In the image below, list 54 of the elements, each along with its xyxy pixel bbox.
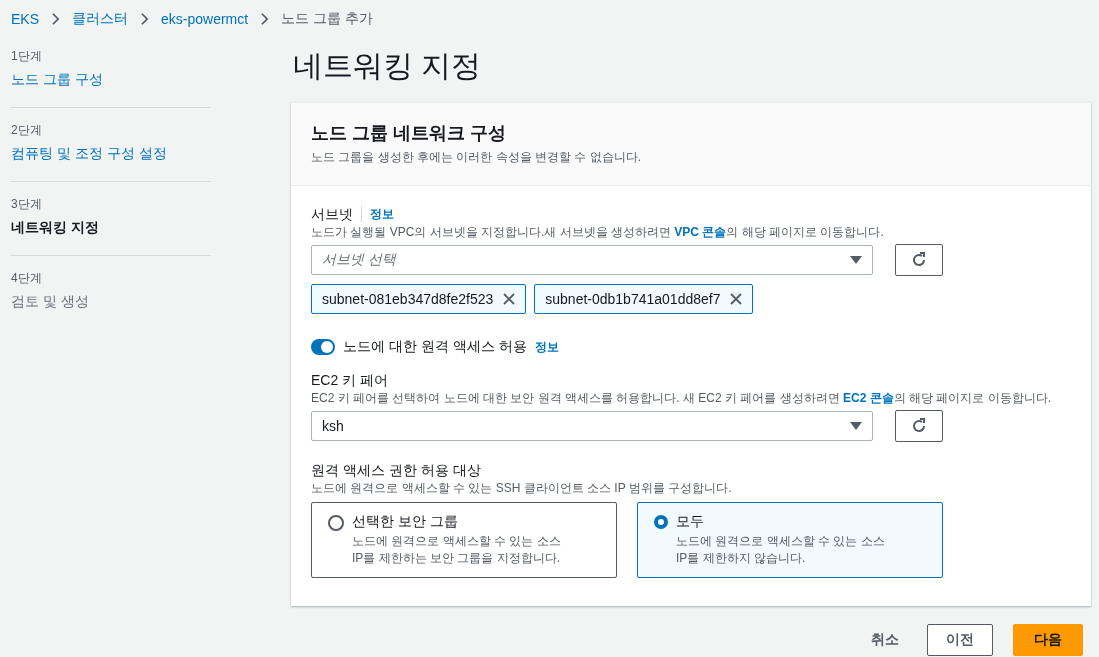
page-title: 네트워킹 지정 [293,48,483,84]
radio-button[interactable] [328,515,344,531]
option-description: 노드에 원격으로 액세스할 수 있는 소스 IP를 제한하지 않습니다. [676,533,886,567]
caret-down-icon [850,256,862,264]
chevron-right-icon [51,12,60,26]
option-label: 선택한 보안 그룹 [352,513,459,531]
field-label: EC2 키 페어 [311,371,389,390]
radio-tile[interactable]: 모두 노드에 원격으로 액세스할 수 있는 소스 IP를 제한하지 않습니다. [637,502,943,578]
caret-down-icon [850,422,862,430]
field-description: 노드에 원격으로 액세스할 수 있는 SSH 클라이언트 소스 IP 범위를 구성합니다. [311,480,733,496]
subnet-select[interactable]: 서브넷 선택 [311,245,873,275]
info-link[interactable]: 정보 [370,205,394,223]
select-value: ksh [322,418,344,434]
panel-description: 노드 그룹을 생성한 후에는 이러한 속성을 변경할 수 없습니다. [311,149,642,165]
option-label: 모두 [676,513,705,531]
toggle-switch[interactable] [311,339,335,355]
refresh-icon [911,418,927,434]
breadcrumb-link[interactable]: 클러스터 [72,10,128,28]
option-description: 노드에 원격으로 액세스할 수 있는 소스 IP를 제한하는 보안 그룹을 지정합니다. [352,533,562,567]
radio-button[interactable] [654,515,668,529]
next-button[interactable]: 다음 [1013,624,1083,656]
toggle-label: 노드에 대한 원격 액세스 허용 [343,338,527,356]
field-description: 노드가 실행될 VPC의 서브넷을 지정합니다.새 서브넷을 생성하려면 VPC 콘솔의 해당 페이지로 이동합니다. [311,224,885,240]
breadcrumb-current: 노드 그룹 추가 [281,10,373,28]
field-description: EC2 키 페어를 선택하여 노드에 대한 보안 원격 액세스를 허용합니다. 새 EC2 키 페어를 생성하려면 EC2 콘솔의 해당 페이지로 이동합니다. [311,390,1053,406]
radio-tile[interactable]: 선택한 보안 그룹 노드에 원격으로 액세스할 수 있는 소스 IP를 제한하는 보안 그룹을 지정합니다. [311,502,617,578]
info-link[interactable]: 정보 [534,338,559,356]
panel-title: 노드 그룹 네트워크 구성 [311,122,507,145]
step-number: 4단계 [11,270,43,287]
chevron-right-icon [260,12,270,26]
refresh-button[interactable] [895,410,943,442]
refresh-button[interactable] [895,244,943,276]
step-number: 3단계 [11,196,43,213]
console-link[interactable]: EC2 콘솔 [843,391,894,405]
breadcrumb-link[interactable]: eks-powermct [161,11,249,27]
step-number: 2단계 [11,122,43,139]
cancel-link[interactable]: 취소 [871,631,899,649]
step-link[interactable]: 컴퓨팅 및 조정 구성 설정 [11,145,211,163]
chevron-right-icon [140,12,149,26]
close-icon[interactable] [730,293,743,305]
refresh-icon [911,252,927,268]
field-label: 원격 액세스 권한 허용 대상 [311,461,482,480]
step-link[interactable]: 네트워킹 지정 [11,219,211,237]
step-link[interactable]: 노드 그룹 구성 [11,71,211,89]
token-label: subnet-0db1b741a01dd8ef7 [545,291,721,307]
previous-button[interactable]: 이전 [927,624,993,656]
console-link[interactable]: VPC 콘솔 [674,225,727,239]
close-icon[interactable] [503,293,516,305]
token-label: subnet-081eb347d8fe2f523 [322,291,494,307]
field-label: 서브넷 [311,205,353,224]
select-placeholder: 서브넷 선택 [322,251,396,269]
key-pair-select[interactable]: ksh [311,411,873,441]
breadcrumb-link[interactable]: EKS [11,11,39,27]
step-number: 1단계 [11,48,43,65]
